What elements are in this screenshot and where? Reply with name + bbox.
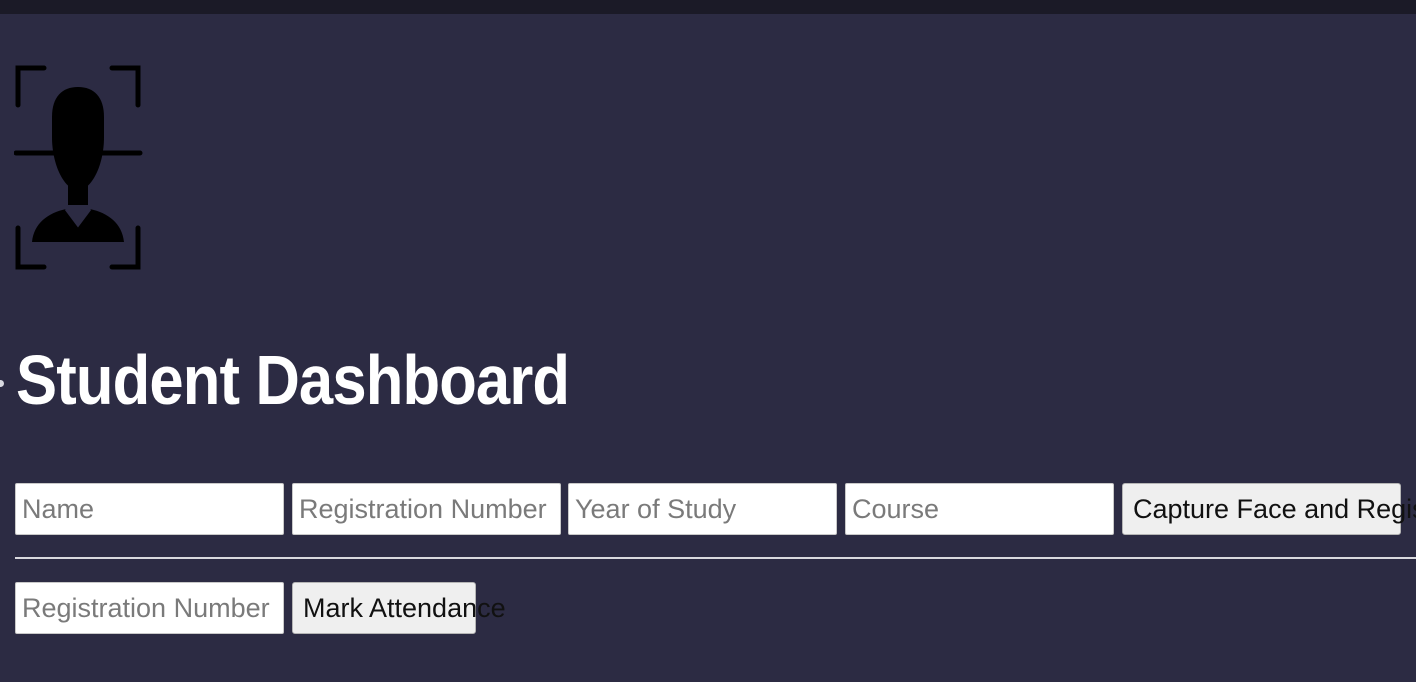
page-title: Student Dashboard: [16, 341, 570, 419]
year-of-study-input[interactable]: [568, 483, 837, 535]
face-recognition-icon: [13, 65, 144, 271]
registration-number-input[interactable]: [292, 483, 561, 535]
capture-face-register-button[interactable]: Capture Face and Register: [1122, 483, 1416, 535]
section-divider: [15, 557, 1416, 559]
attendance-registration-number-input[interactable]: [15, 582, 284, 634]
mark-attendance-button[interactable]: Mark Attendance: [292, 582, 506, 634]
course-input[interactable]: [845, 483, 1114, 535]
top-bar: [0, 0, 1416, 14]
name-input[interactable]: [15, 483, 284, 535]
edge-marker: [0, 380, 4, 387]
